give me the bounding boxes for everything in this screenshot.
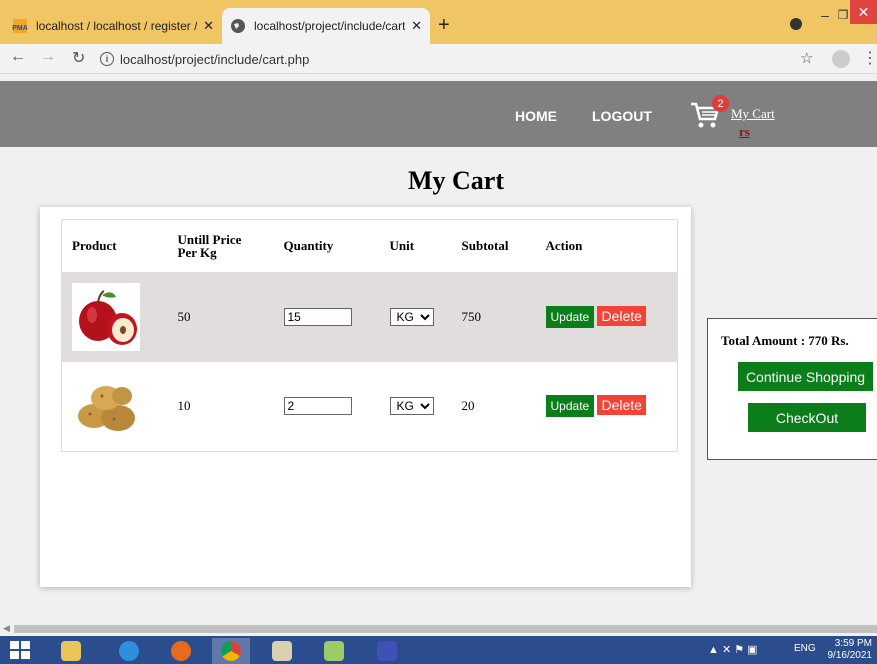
action-cell: Update Delete (536, 272, 678, 362)
info-icon[interactable]: i (100, 52, 114, 66)
header-product: Product (72, 237, 117, 253)
checkout-button[interactable]: CheckOut (748, 403, 866, 432)
unit-cell: KG (380, 362, 452, 452)
delete-button[interactable]: Delete (597, 395, 646, 416)
scrollbar-thumb[interactable] (14, 625, 877, 633)
system-tray-icons[interactable]: ▲ ✕ ⚑ ▣ (708, 643, 758, 656)
header-quantity: Quantity (283, 237, 334, 253)
header-subtotal: Subtotal (461, 237, 509, 253)
tab-title: localhost/project/include/cart.ph (254, 19, 406, 33)
globe-icon (231, 19, 245, 33)
quantity-cell (274, 362, 380, 452)
table-header-row: Product Untill Price Per Kg Quantity Uni… (62, 220, 678, 272)
price-cell: 50 (177, 308, 191, 324)
window-close-icon[interactable]: ✕ (850, 0, 877, 24)
close-icon[interactable]: ✕ (411, 18, 422, 34)
taskbar-firefox[interactable] (162, 638, 200, 664)
update-button[interactable]: Update (545, 395, 595, 418)
my-cart-link[interactable]: My Cart (731, 106, 775, 122)
nav-logout-link[interactable]: LOGOUT (592, 108, 652, 124)
apple-image (72, 282, 140, 351)
minimize-icon[interactable]: – (818, 0, 832, 30)
url-field[interactable]: i localhost/project/include/cart.php (100, 47, 800, 71)
quantity-input[interactable] (283, 307, 352, 326)
xampp-icon (272, 641, 292, 661)
taskbar-app-notepad[interactable] (315, 638, 353, 664)
chrome-icon (221, 641, 241, 661)
u-app-icon (377, 641, 397, 661)
account-icon[interactable] (832, 50, 850, 68)
taskbar-explorer[interactable] (52, 638, 90, 664)
firefox-icon (171, 641, 191, 661)
star-icon[interactable]: ☆ (800, 49, 813, 67)
quantity-cell (274, 272, 380, 362)
address-bar: ← → ↻ i localhost/project/include/cart.p… (0, 44, 877, 74)
header-price: Untill Price Per Kg (177, 231, 242, 260)
page-title: My Cart (407, 166, 504, 195)
clock-time: 3:59 PM (834, 638, 872, 649)
table-row: 50 KG 750 Update Delete (61, 271, 678, 362)
menu-dots-icon[interactable]: ⋮ (862, 48, 877, 68)
order-summary-box: Total Amount : 770 Rs. Continue Shopping… (707, 318, 877, 460)
unit-cell: KG (380, 272, 452, 362)
restore-icon[interactable]: ❐ (836, 0, 850, 30)
header-unit: Unit (389, 237, 415, 253)
taskbar-clock[interactable]: 3:59 PM 9/16/2021 (826, 638, 873, 662)
table-row: 10 KG 20 Update Delete (61, 361, 678, 452)
new-tab-button[interactable]: + (438, 14, 450, 37)
header-action: Action (545, 237, 583, 253)
profile-icon[interactable] (790, 18, 802, 30)
browser-tab-cart[interactable]: localhost/project/include/cart.ph ✕ (222, 8, 430, 44)
language-indicator[interactable]: ENG (794, 643, 816, 654)
unit-select[interactable]: KG (389, 397, 434, 416)
delete-button[interactable]: Delete (597, 305, 646, 326)
horizontal-scrollbar[interactable]: ◀ (0, 622, 877, 636)
cart-count-badge: 2 (712, 95, 729, 112)
site-navbar: HOME LOGOUT 2 My Cart rs (0, 81, 877, 147)
taskbar-app-u[interactable] (368, 638, 406, 664)
cart-card: Product Untill Price Per Kg Quantity Uni… (40, 207, 691, 587)
update-button[interactable]: Update (545, 305, 595, 328)
clock-date: 9/16/2021 (827, 650, 873, 661)
svg-text:PMA: PMA (12, 25, 28, 32)
back-arrow-icon[interactable]: ← (10, 48, 26, 66)
phpmyadmin-icon: PMA (12, 19, 28, 33)
browser-tab-phpmyadmin[interactable]: PMA localhost / localhost / register / s… (4, 8, 222, 44)
product-cell (62, 362, 168, 452)
potato-image (72, 372, 140, 441)
taskbar-app-cat[interactable] (263, 638, 301, 664)
unit-select[interactable]: KG (389, 307, 434, 326)
close-icon[interactable]: ✕ (203, 18, 214, 34)
taskbar-chrome[interactable] (212, 638, 250, 664)
quantity-input[interactable] (283, 397, 352, 416)
total-amount: Total Amount : 770 Rs. (721, 333, 849, 348)
tab-title: localhost / localhost / register / s (36, 19, 198, 33)
cart-rs-text: rs (739, 124, 750, 139)
reload-icon[interactable]: ↻ (72, 48, 85, 68)
subtotal-cell: 750 (461, 308, 482, 324)
forward-arrow-icon[interactable]: → (40, 48, 56, 66)
windows-start-icon[interactable] (10, 641, 30, 659)
taskbar-ie[interactable] (110, 638, 148, 664)
page-viewport: HOME LOGOUT 2 My Cart rs My Cart Product… (0, 74, 877, 622)
scroll-left-icon[interactable]: ◀ (3, 623, 10, 634)
cart-table: Product Untill Price Per Kg Quantity Uni… (61, 219, 678, 452)
product-cell (62, 272, 168, 362)
continue-shopping-button[interactable]: Continue Shopping (738, 362, 873, 391)
taskbar: ▲ ✕ ⚑ ▣ ENG 3:59 PM 9/16/2021 (0, 636, 877, 664)
price-cell: 10 (177, 398, 191, 414)
subtotal-cell: 20 (461, 398, 475, 414)
folder-icon (61, 641, 81, 661)
notepad-icon (324, 641, 344, 661)
nav-home-link[interactable]: HOME (515, 108, 557, 124)
url-text: localhost/project/include/cart.php (120, 51, 310, 67)
browser-tab-strip: PMA localhost / localhost / register / s… (0, 0, 877, 44)
action-cell: Update Delete (536, 362, 678, 452)
internet-explorer-icon (119, 641, 139, 661)
